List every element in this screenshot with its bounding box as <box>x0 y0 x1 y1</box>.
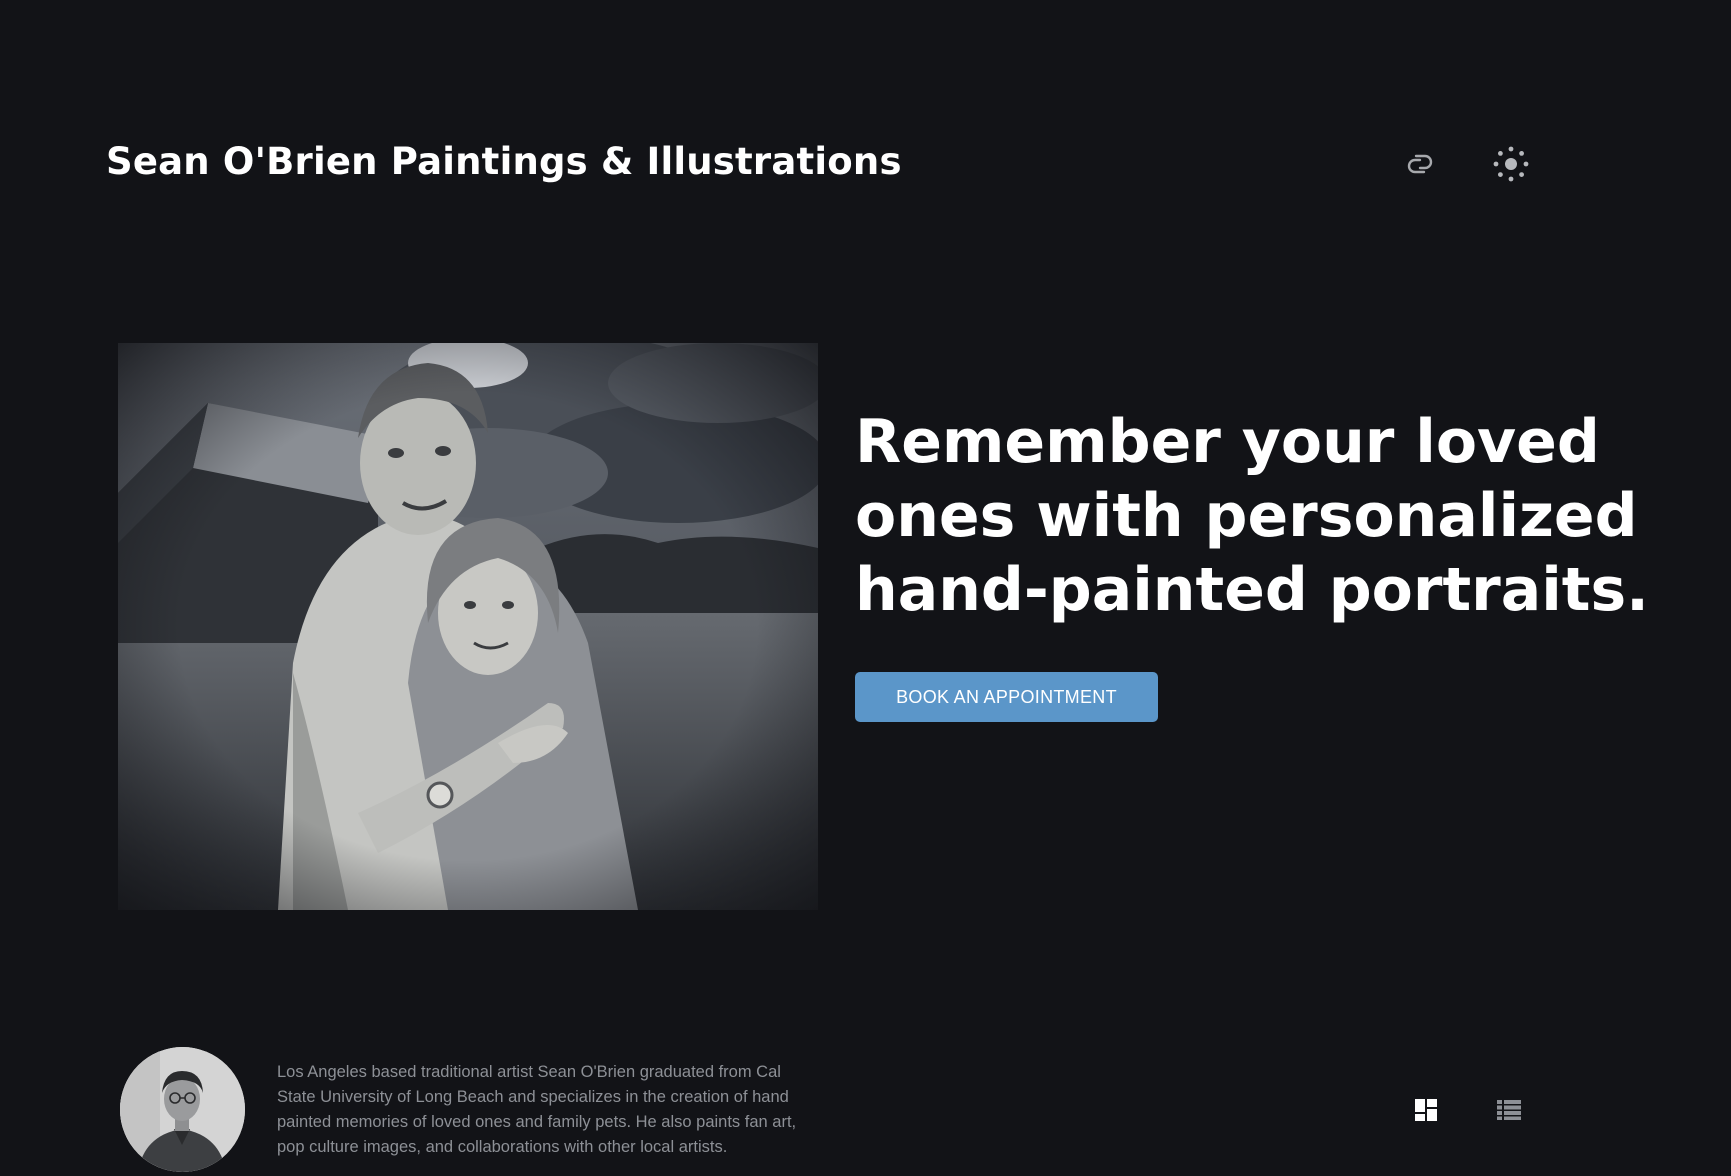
hero-portrait-image <box>118 343 818 910</box>
hero-heading: Remember your loved ones with personaliz… <box>855 407 1649 625</box>
artist-avatar <box>120 1047 245 1172</box>
book-appointment-button[interactable]: BOOK AN APPOINTMENT <box>855 672 1158 722</box>
list-view-icon[interactable] <box>1497 1098 1521 1122</box>
page: Sean O'Brien Paintings & Illustrations R… <box>0 0 1731 1176</box>
link-icon[interactable] <box>1400 144 1440 184</box>
grid-view-icon[interactable] <box>1414 1098 1438 1122</box>
theme-toggle-icon[interactable] <box>1491 144 1531 184</box>
artist-bio: Los Angeles based traditional artist Sea… <box>277 1063 797 1156</box>
site-title[interactable]: Sean O'Brien Paintings & Illustrations <box>106 140 902 183</box>
